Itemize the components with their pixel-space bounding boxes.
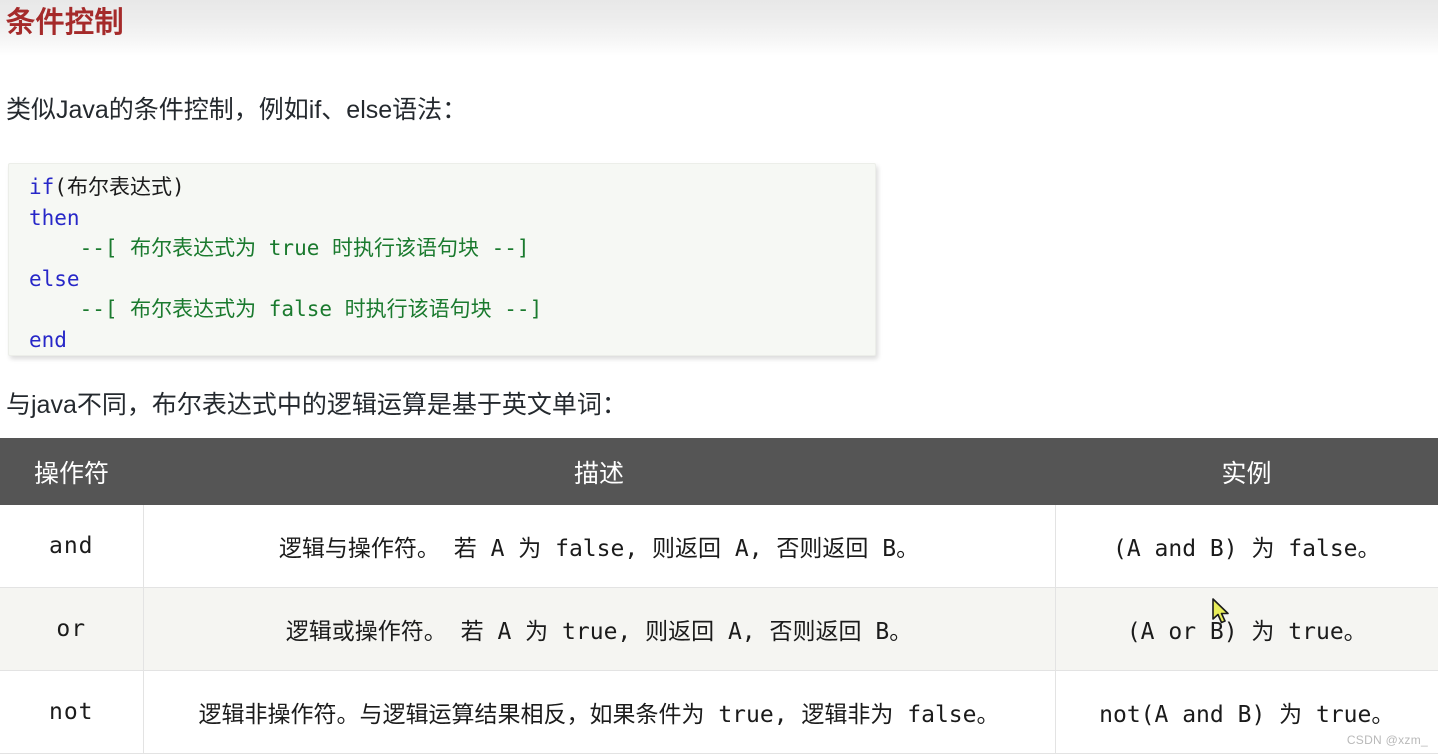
operators-table: 操作符 描述 实例 and 逻辑与操作符。 若 A 为 false, 则返回 A,…	[0, 438, 1438, 754]
cell-operator: not	[0, 670, 144, 754]
code-line: if(布尔表达式)	[29, 172, 875, 203]
table-header-row: 操作符 描述 实例	[0, 438, 1438, 505]
code-token-keyword: if	[29, 175, 55, 199]
page-title: 条件控制	[6, 7, 125, 39]
code-block: if(布尔表达式) then --[ 布尔表达式为 true 时执行该语句块 --…	[8, 163, 876, 356]
cell-example: (A and B) 为 false。	[1055, 505, 1438, 588]
code-line: --[ 布尔表达式为 false 时执行该语句块 --]	[29, 294, 875, 325]
table-body: and 逻辑与操作符。 若 A 为 false, 则返回 A, 否则返回 B。 (A…	[0, 505, 1438, 754]
watermark: CSDN @xzm_	[1346, 733, 1428, 747]
cell-description: 逻辑或操作符。 若 A 为 true, 则返回 A, 否则返回 B。	[143, 587, 1056, 671]
code-line: else	[29, 264, 875, 295]
code-line: end	[29, 325, 875, 356]
logic-paragraph: 与java不同，布尔表达式中的逻辑运算是基于英文单词：	[6, 391, 627, 419]
code-token-plain: (布尔表达式)	[54, 175, 185, 199]
code-token-comment: --[ 布尔表达式为 true 时执行该语句块 --]	[79, 236, 530, 260]
code-token-keyword: else	[29, 266, 80, 291]
cell-description: 逻辑与操作符。 若 A 为 false, 则返回 A, 否则返回 B。	[143, 505, 1056, 588]
code-token-comment: --[ 布尔表达式为 false 时执行该语句块 --]	[79, 297, 543, 321]
code-line: then	[29, 203, 875, 234]
code-line: --[ 布尔表达式为 true 时执行该语句块 --]	[29, 233, 875, 264]
table-row: not 逻辑非操作符。与逻辑运算结果相反，如果条件为 true, 逻辑非为 fal…	[0, 670, 1438, 754]
intro-paragraph: 类似Java的条件控制，例如if、else语法：	[6, 96, 468, 124]
cell-operator: or	[0, 587, 144, 671]
table-row: and 逻辑与操作符。 若 A 为 false, 则返回 A, 否则返回 B。 (A…	[0, 505, 1438, 588]
table-header-example: 实例	[1055, 438, 1438, 505]
cell-description: 逻辑非操作符。与逻辑运算结果相反，如果条件为 true, 逻辑非为 false。	[143, 670, 1056, 754]
cell-operator: and	[0, 505, 144, 588]
table-header-operator: 操作符	[0, 438, 143, 505]
table-head: 操作符 描述 实例	[0, 438, 1438, 505]
header-band	[0, 0, 1438, 56]
table-header-description: 描述	[143, 438, 1055, 505]
code-token-keyword: then	[29, 205, 80, 230]
slide-page: 条件控制 类似Java的条件控制，例如if、else语法： if(布尔表达式) t…	[0, 0, 1438, 754]
code-token-keyword: end	[29, 327, 67, 352]
cell-example: (A or B) 为 true。	[1055, 587, 1438, 671]
table-row: or 逻辑或操作符。 若 A 为 true, 则返回 A, 否则返回 B。 (A o…	[0, 587, 1438, 671]
